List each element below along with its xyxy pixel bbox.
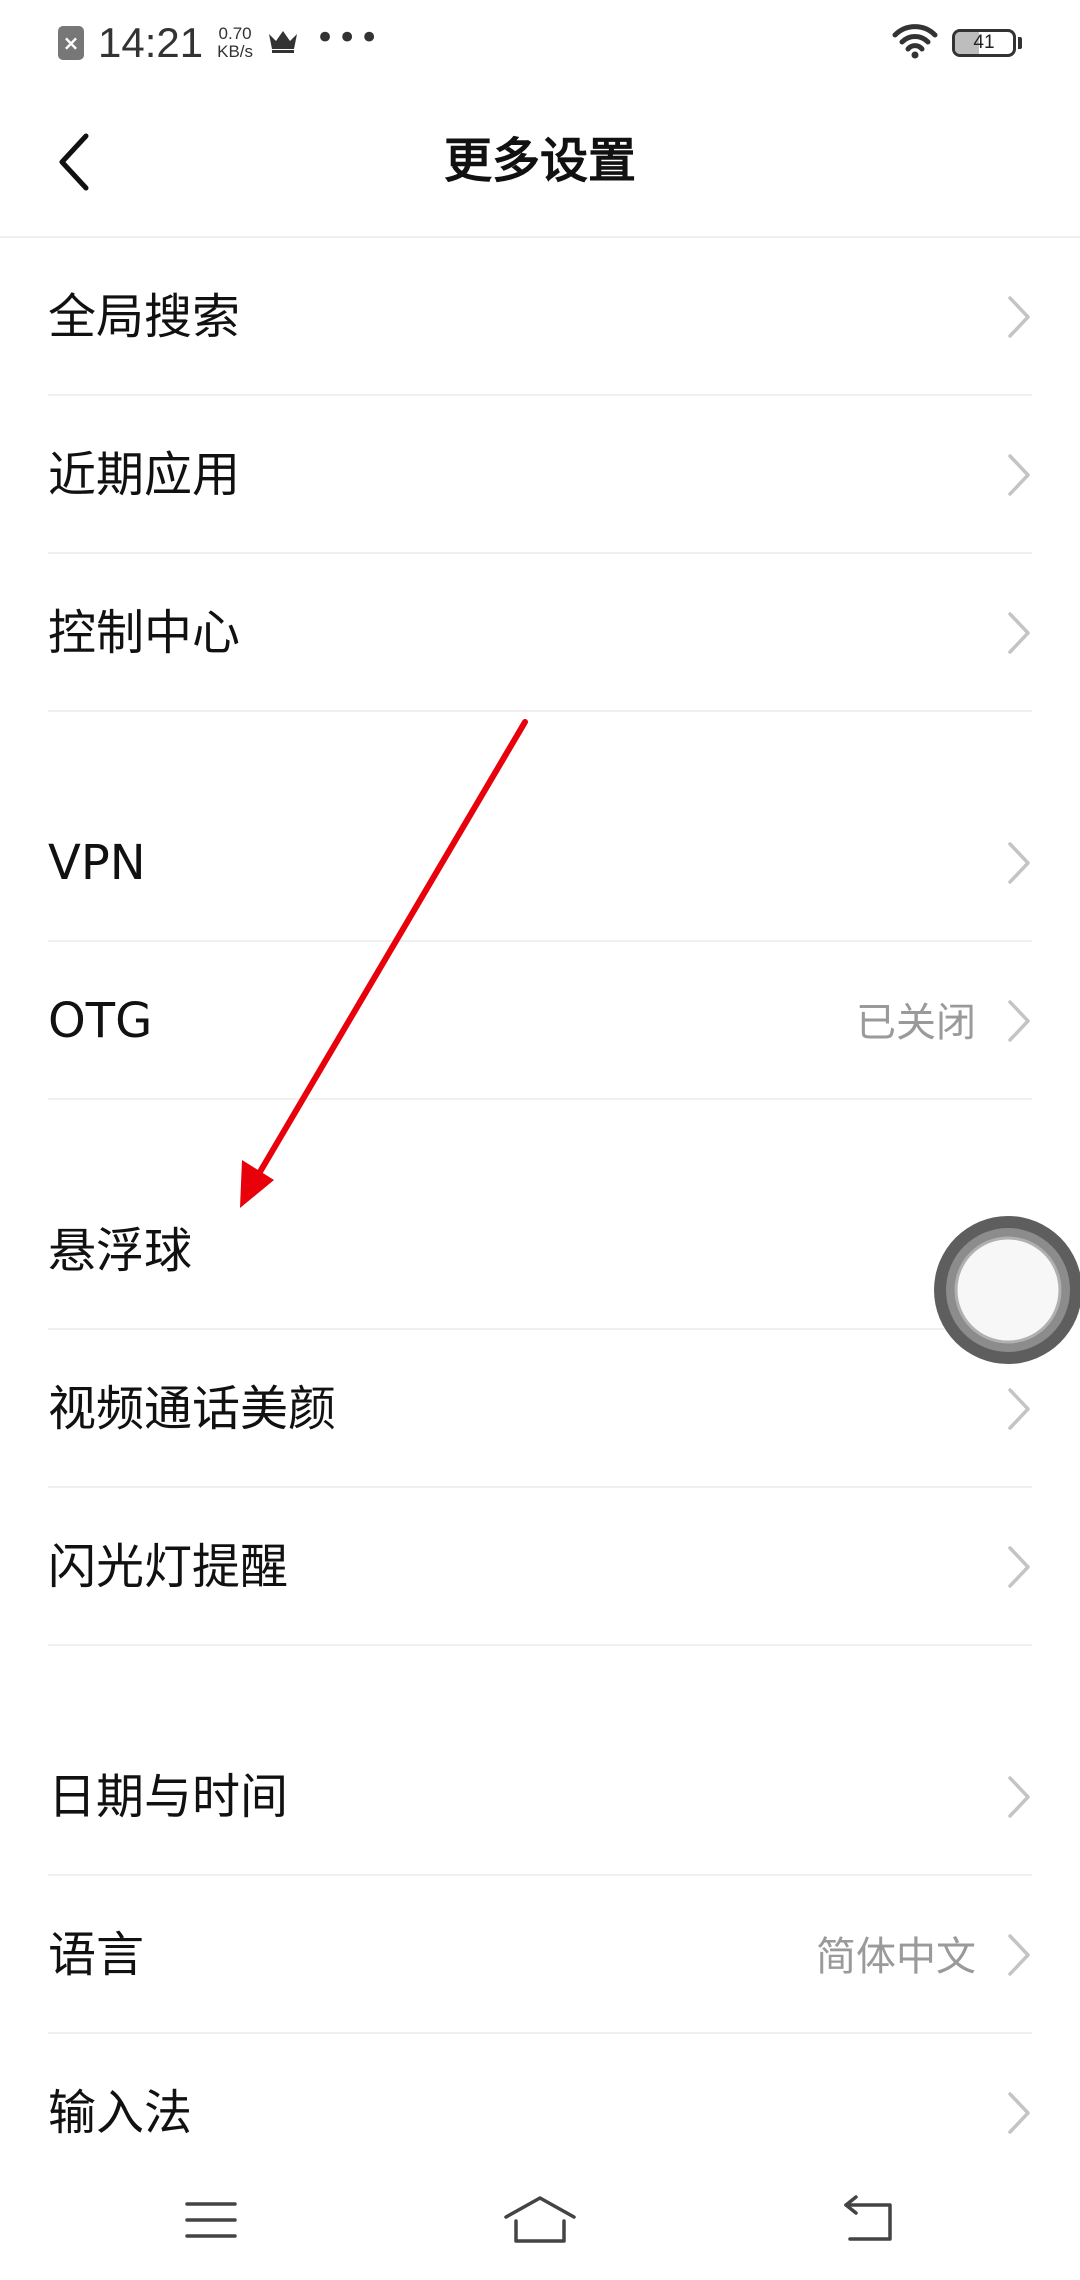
menu-button[interactable] [151,2180,271,2260]
chevron-right-icon [1008,842,1030,884]
back-icon [844,2195,892,2241]
settings-item-label: 控制中心 [48,605,241,661]
settings-item-label: OTG [48,993,153,1049]
settings-item[interactable]: 近期应用 [0,396,1080,554]
home-button[interactable] [480,2180,600,2260]
settings-item-value: 已关闭 [856,1000,976,1046]
network-speed-value: 0.70 [218,24,252,43]
settings-item[interactable]: 全局搜索 [0,238,1080,396]
chevron-right-icon [1008,296,1030,338]
settings-item-label: 日期与时间 [48,1769,289,1825]
settings-item-label: 全局搜索 [48,289,241,345]
battery-level: 41 [973,32,995,53]
chevron-right-icon [1008,1000,1030,1042]
chevron-right-icon [1008,1934,1030,1976]
header: 更多设置 [0,86,1080,238]
crown-icon [267,28,299,58]
settings-item[interactable]: 悬浮球 [0,1172,1080,1330]
chevron-right-icon [1008,1776,1030,1818]
chevron-right-icon [1008,2092,1030,2134]
settings-item[interactable]: 闪光灯提醒 [0,1488,1080,1646]
settings-item[interactable]: 控制中心 [0,554,1080,712]
settings-item-label: 闪光灯提醒 [48,1539,289,1595]
navigation-bar [0,2160,1080,2280]
settings-item-label: 悬浮球 [48,1223,193,1279]
network-speed: 0.70 KB/s [217,25,253,61]
settings-item-value: 简体中文 [816,1934,976,1980]
settings-item[interactable]: VPN [0,784,1080,942]
network-speed-unit: KB/s [217,42,254,61]
settings-item[interactable]: 视频通话美颜 [0,1330,1080,1488]
status-bar: × 14:21 0.70 KB/s ••• 41 [0,0,1080,86]
settings-item-label: 近期应用 [48,447,241,503]
chevron-right-icon [1008,1388,1030,1430]
floating-ball[interactable] [932,1214,1080,1366]
settings-item[interactable]: 语言 简体中文 [0,1876,1080,2034]
home-icon [504,2196,576,2243]
settings-item[interactable]: 日期与时间 [0,1718,1080,1876]
settings-item-label: 视频通话美颜 [48,1381,337,1437]
chevron-right-icon [1008,454,1030,496]
divider [48,1098,1032,1100]
chevron-right-icon [1008,612,1030,654]
wifi-icon [892,23,938,63]
battery-icon: 41 [952,29,1022,57]
status-left: × 14:21 0.70 KB/s ••• [58,18,381,68]
settings-list: 全局搜索近期应用控制中心 VPN OTG 已关闭悬浮球视频通话美颜 闪光灯提醒日期与时间… [0,238,1080,2192]
status-right: 41 [892,20,1022,66]
settings-item-label: 语言 [48,1927,145,1983]
divider [48,1644,1032,1646]
battery-body: 41 [952,29,1016,57]
status-time: 14:21 [98,19,204,66]
menu-icon [185,2202,237,2238]
back-nav-button[interactable] [810,2180,930,2260]
settings-item-label: VPN [48,835,146,891]
battery-tip [1018,37,1022,49]
settings-item[interactable]: OTG 已关闭 [0,942,1080,1100]
page-title: 更多设置 [443,133,636,189]
chevron-right-icon [1008,1546,1030,1588]
divider [48,710,1032,712]
more-notifications-icon: ••• [315,18,382,58]
sim-disabled-icon: × [58,26,84,60]
